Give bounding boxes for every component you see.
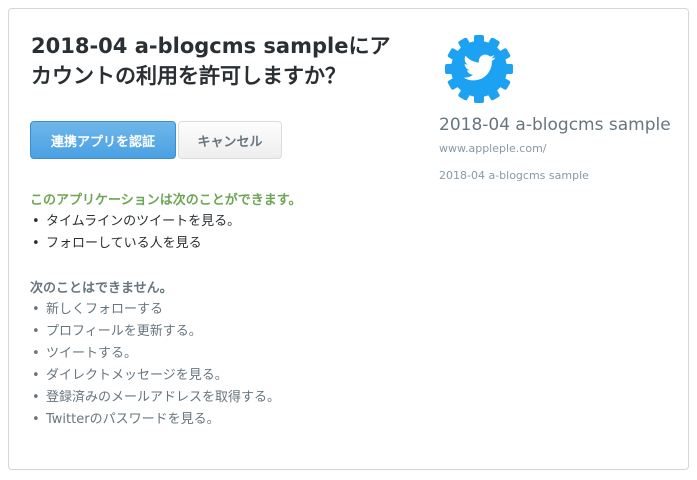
list-item: • ツイートする。 (30, 343, 280, 365)
permission-text: 新しくフォローする (46, 302, 164, 317)
bullet-icon: • (32, 390, 40, 405)
list-item: • タイムラインのツイートを見る。 (30, 211, 240, 233)
bullet-icon: • (32, 324, 40, 339)
list-item: • 登録済みのメールアドレスを取得する。 (30, 387, 280, 409)
permission-text: Twitterのパスワードを見る。 (46, 412, 220, 427)
app-name: 2018-04 a-blogcms sample (439, 115, 671, 135)
permission-text: ダイレクトメッセージを見る。 (46, 368, 228, 383)
cancel-button[interactable]: キャンセル (178, 121, 282, 159)
app-url-link[interactable]: www.appleple.com/ (439, 142, 547, 155)
permission-text: フォローしている人を見る (46, 236, 202, 251)
authorize-app-button[interactable]: 連携アプリを認証 (30, 121, 176, 159)
app-description: 2018-04 a-blogcms sample (439, 169, 589, 182)
permission-text: プロフィールを更新する。 (46, 324, 202, 339)
page-title: 2018-04 a-blogcms sampleにアカウントの利用を許可しますか… (31, 34, 391, 88)
bullet-icon: • (32, 346, 40, 361)
bullet-icon: • (32, 412, 40, 427)
twitter-bird-gear-icon (443, 33, 515, 105)
list-item: • ダイレクトメッセージを見る。 (30, 365, 280, 387)
permission-text: 登録済みのメールアドレスを取得する。 (46, 390, 281, 405)
bullet-icon: • (32, 214, 40, 229)
bullet-icon: • (32, 236, 40, 251)
cannot-permissions-heading: 次のことはできません。 (30, 281, 173, 296)
list-item: • 新しくフォローする (30, 299, 280, 321)
can-permissions-list: • タイムラインのツイートを見る。 • フォローしている人を見る (30, 211, 240, 255)
bullet-icon: • (32, 302, 40, 317)
list-item: • プロフィールを更新する。 (30, 321, 280, 343)
list-item: • フォローしている人を見る (30, 233, 240, 255)
list-item: • Twitterのパスワードを見る。 (30, 409, 280, 431)
bullet-icon: • (32, 368, 40, 383)
can-permissions-heading: このアプリケーションは次のことができます。 (30, 193, 302, 208)
cannot-permissions-list: • 新しくフォローする • プロフィールを更新する。 • ツイートする。 • ダイレクト… (30, 299, 280, 431)
permission-text: タイムラインのツイートを見る。 (46, 214, 241, 229)
oauth-authorize-card: 2018-04 a-blogcms sampleにアカウントの利用を許可しますか… (8, 8, 689, 470)
permission-text: ツイートする。 (46, 346, 138, 361)
